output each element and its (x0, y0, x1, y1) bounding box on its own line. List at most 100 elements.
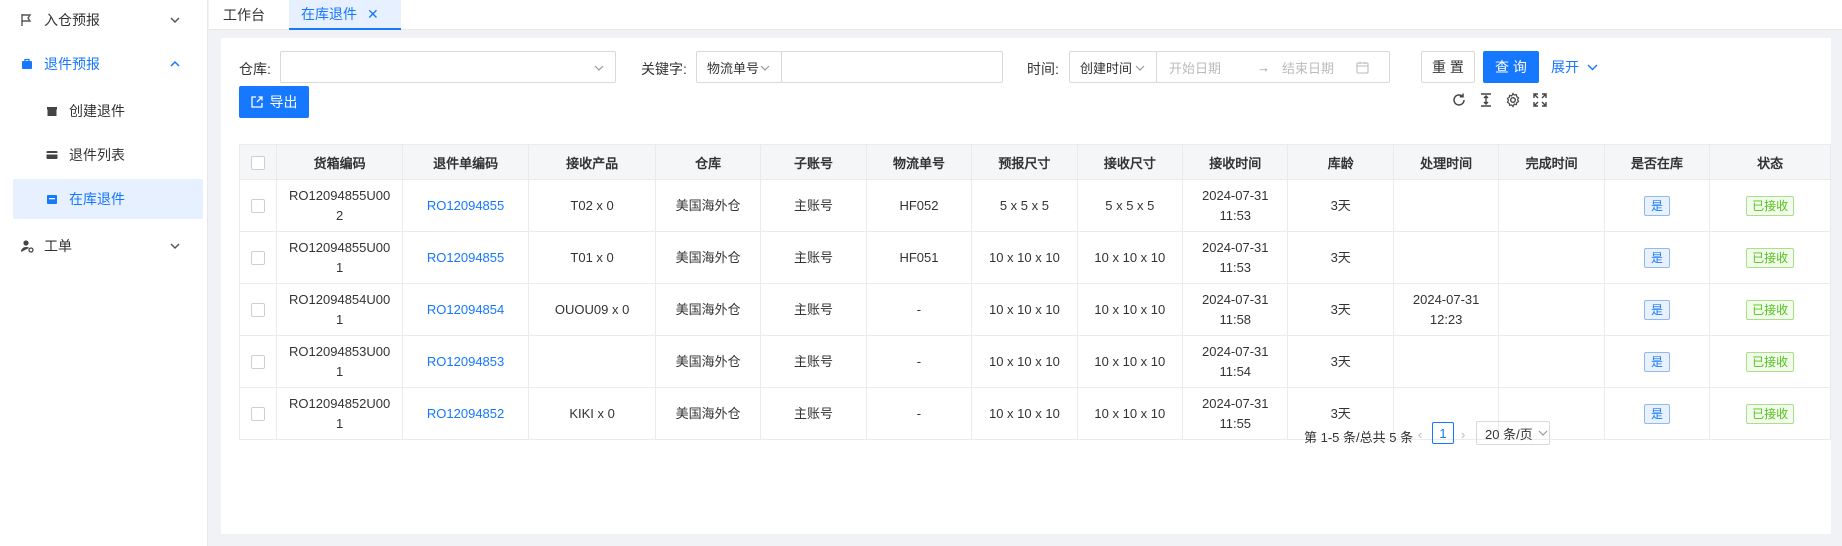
time-type-select[interactable]: 创建时间 (1069, 51, 1157, 83)
process-time-cell (1392, 179, 1500, 232)
product-cell: T02 x 0 (528, 179, 656, 232)
box-code-line2: 1 (336, 311, 344, 327)
recv-size-cell: 10 x 10 x 10 (1076, 387, 1184, 440)
column-header: 退件单编码 (401, 144, 530, 180)
expand-toggle[interactable]: 展开 (1551, 57, 1598, 77)
tab-workbench[interactable]: 工作台 (209, 0, 279, 30)
in-stock-cell: 是 (1603, 283, 1711, 336)
sidebar-item-create-return[interactable]: 创建退件 (0, 91, 207, 131)
forecast-size-cell: 10 x 10 x 10 (971, 335, 1078, 388)
reset-button[interactable]: 重 置 (1421, 51, 1475, 83)
return-code-link[interactable]: RO12094854 (427, 302, 504, 317)
row-select-cell (238, 283, 278, 336)
sub-account-cell: 主账号 (760, 179, 867, 232)
tracking-cell: - (865, 283, 973, 336)
box-code-line2: 1 (336, 415, 344, 431)
sub-account-cell: 主账号 (760, 335, 867, 388)
column-header: 处理时间 (1392, 144, 1500, 180)
status-badge: 已接收 (1746, 351, 1795, 372)
sub-account-cell: 主账号 (760, 387, 867, 440)
prev-page-icon[interactable]: ‹ (1418, 427, 1430, 442)
sidebar-item-return-forecast[interactable]: 退件预报 (0, 44, 207, 84)
column-header: 接收产品 (528, 144, 656, 180)
next-page-icon[interactable]: › (1461, 427, 1473, 442)
recv-clock: 11:58 (1219, 311, 1252, 327)
select-all-checkbox[interactable] (251, 155, 266, 170)
column-header: 库龄 (1287, 144, 1394, 180)
return-code-cell: RO12094855 (401, 231, 530, 284)
warehouse-cell: 美国海外仓 (654, 231, 762, 284)
product-cell (528, 335, 656, 388)
sidebar-item-inbound-forecast[interactable]: 入仓预报 (0, 0, 207, 40)
forecast-size-cell: 10 x 10 x 10 (971, 231, 1078, 284)
row-checkbox[interactable] (251, 251, 266, 266)
column-height-icon[interactable] (1477, 91, 1495, 109)
keyword-type-select[interactable]: 物流单号 (696, 51, 782, 83)
row-checkbox[interactable] (251, 199, 266, 214)
box-code-cell: RO12094855U00 1 (276, 231, 403, 284)
refresh-icon[interactable] (1450, 91, 1468, 109)
recv-date: 2024-07-31 (1202, 343, 1269, 359)
page-1-button[interactable]: 1 (1432, 422, 1454, 444)
process-clock: 12:23 (1429, 311, 1463, 327)
recv-date: 2024-07-31 (1202, 239, 1269, 255)
column-header: 接收尺寸 (1076, 144, 1184, 180)
return-code-link[interactable]: RO12094853 (427, 354, 504, 369)
box-code-line1: RO12094855U00 (289, 239, 391, 255)
box-code-line2: 2 (336, 207, 344, 223)
tracking-cell: HF052 (865, 179, 973, 232)
column-header: 货箱编码 (276, 144, 403, 180)
recv-clock: 11:53 (1219, 259, 1252, 275)
in-stock-badge: 是 (1644, 247, 1671, 268)
row-checkbox[interactable] (251, 303, 266, 318)
age-cell: 3天 (1287, 179, 1394, 232)
end-date-input[interactable]: 结束日期 (1282, 58, 1356, 77)
recv-size-cell: 10 x 10 x 10 (1076, 335, 1184, 388)
time-label: 时间: (1027, 61, 1059, 77)
return-code-link[interactable]: RO12094855 (427, 250, 504, 265)
start-date-input[interactable]: 开始日期 (1169, 58, 1251, 77)
done-time-cell (1498, 335, 1605, 388)
row-checkbox[interactable] (251, 407, 266, 422)
in-stock-badge: 是 (1644, 195, 1671, 216)
in-stock-badge: 是 (1644, 351, 1671, 372)
recv-time-cell: 2024-07-31 11:58 (1182, 283, 1289, 336)
process-date: 2024-07-31 (1412, 291, 1480, 307)
chevron-up-icon (169, 58, 181, 70)
export-button[interactable]: 导出 (239, 86, 309, 118)
return-code-cell: RO12094852 (401, 387, 530, 440)
sidebar: 入仓预报 退件预报 创建退件 退件列表 在库退件 工单 (0, 0, 208, 546)
row-checkbox[interactable] (251, 355, 266, 370)
date-range-picker[interactable]: 开始日期 → 结束日期 (1156, 51, 1390, 83)
status-badge: 已接收 (1746, 247, 1795, 268)
sidebar-item-in-stock-returns[interactable]: 在库退件 (13, 179, 203, 219)
fullscreen-icon[interactable] (1531, 91, 1549, 109)
search-button[interactable]: 查 询 (1483, 51, 1539, 83)
warehouse-select[interactable] (280, 51, 616, 83)
range-separator: → (1257, 59, 1270, 75)
process-time-cell (1392, 231, 1500, 284)
row-select-cell (238, 387, 278, 440)
box-code-cell: RO12094855U00 2 (276, 179, 403, 232)
close-icon[interactable]: ✕ (367, 6, 379, 23)
return-code-link[interactable]: RO12094855 (427, 198, 504, 213)
export-label: 导出 (269, 94, 298, 110)
keyword-input[interactable] (781, 51, 1003, 83)
box-code-line1: RO12094854U00 (289, 291, 391, 307)
return-code-link[interactable]: RO12094852 (427, 406, 504, 421)
tab-in-stock-returns[interactable]: 在库退件 ✕ (289, 0, 401, 30)
chevron-down-icon (1538, 428, 1548, 438)
warehouse-label: 仓库: (239, 61, 271, 77)
sidebar-item-label: 工单 (44, 238, 72, 254)
sidebar-item-return-list[interactable]: 退件列表 (0, 135, 207, 175)
sub-account-cell: 主账号 (760, 231, 867, 284)
tracking-cell: - (865, 335, 973, 388)
sidebar-item-work-order[interactable]: 工单 (0, 226, 207, 266)
table-row: RO12094854U00 1 RO12094854 OUOU09 x 0 美国海外仓主… (238, 283, 1831, 336)
keyword-type-value: 物流单号 (707, 60, 760, 76)
recv-clock: 11:55 (1219, 415, 1252, 431)
age-cell: 3天 (1287, 283, 1394, 336)
settings-icon[interactable] (1504, 91, 1522, 109)
page-size-select[interactable]: 20 条/页 (1476, 421, 1550, 445)
warehouse-cell: 美国海外仓 (654, 335, 762, 388)
